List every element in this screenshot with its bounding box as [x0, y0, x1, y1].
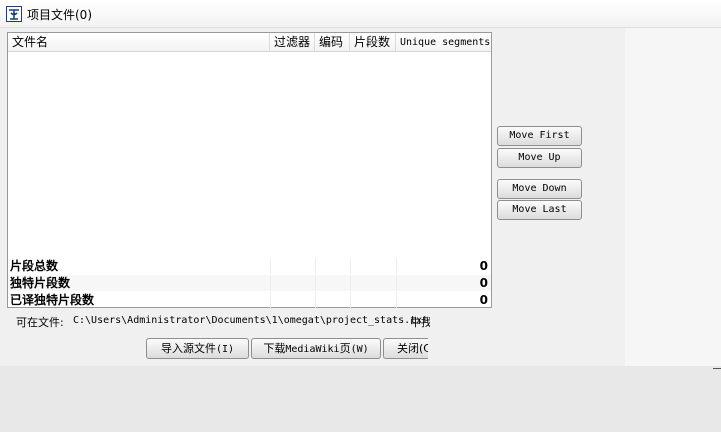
- move-first-button[interactable]: Move First: [497, 126, 582, 146]
- summary-label: 片段总数: [10, 259, 59, 273]
- button-label-suffix: 页: [339, 342, 351, 355]
- omegat-app-icon: [6, 6, 22, 22]
- summary-row-translated-unique-segments: 已译独特片段数 0: [8, 292, 491, 308]
- bottom-panel-background: [0, 366, 721, 432]
- button-label: 关闭(C): [397, 342, 428, 355]
- download-mediawiki-button[interactable]: 下载MediaWiki页(W): [251, 338, 381, 359]
- unrendered-area: [428, 334, 625, 366]
- column-header-unique-segments[interactable]: Unique segments: [396, 33, 491, 52]
- stats-file-suffix: 中找: [410, 316, 430, 329]
- project-files-table[interactable]: 文件名 过滤器 编码 片段数 Unique segments 片段总数 0 独特…: [7, 32, 492, 308]
- summary-value: 0: [479, 259, 488, 273]
- table-body-empty[interactable]: [8, 53, 491, 258]
- column-header-encoding[interactable]: 编码: [315, 33, 350, 52]
- table-header: 文件名 过滤器 编码 片段数 Unique segments: [8, 33, 491, 52]
- summary-value: 0: [479, 276, 488, 290]
- window-titlebar: 项目文件(0): [0, 0, 721, 28]
- import-source-files-button[interactable]: 导入源文件(I): [146, 338, 249, 359]
- column-header-filter[interactable]: 过滤器: [270, 33, 315, 52]
- button-label-prefix: 下载: [263, 342, 286, 355]
- summary-row-unique-segments: 独特片段数 0: [8, 275, 491, 291]
- move-up-button[interactable]: Move Up: [497, 148, 582, 168]
- resize-mark: [713, 368, 721, 369]
- button-shortcut: (I): [215, 344, 235, 355]
- window-title: 项目文件(0): [27, 8, 92, 22]
- summary-label: 独特片段数: [10, 276, 71, 290]
- button-label-mono: MediaWiki: [285, 344, 340, 355]
- close-button[interactable]: 关闭(C): [383, 338, 428, 359]
- stats-file-path: C:\Users\Administrator\Documents\1\omega…: [73, 315, 429, 326]
- move-down-button[interactable]: Move Down: [497, 179, 582, 199]
- summary-row-total-segments: 片段总数 0: [8, 258, 491, 274]
- button-label: 导入源文件: [160, 342, 216, 355]
- summary-value: 0: [479, 293, 488, 307]
- column-header-segments[interactable]: 片段数: [350, 33, 396, 52]
- button-shortcut: (W): [350, 344, 369, 355]
- column-header-filename[interactable]: 文件名: [8, 33, 270, 52]
- stats-file-label: 可在文件:: [16, 316, 64, 329]
- summary-label: 已译独特片段数: [10, 293, 95, 307]
- move-last-button[interactable]: Move Last: [497, 200, 582, 220]
